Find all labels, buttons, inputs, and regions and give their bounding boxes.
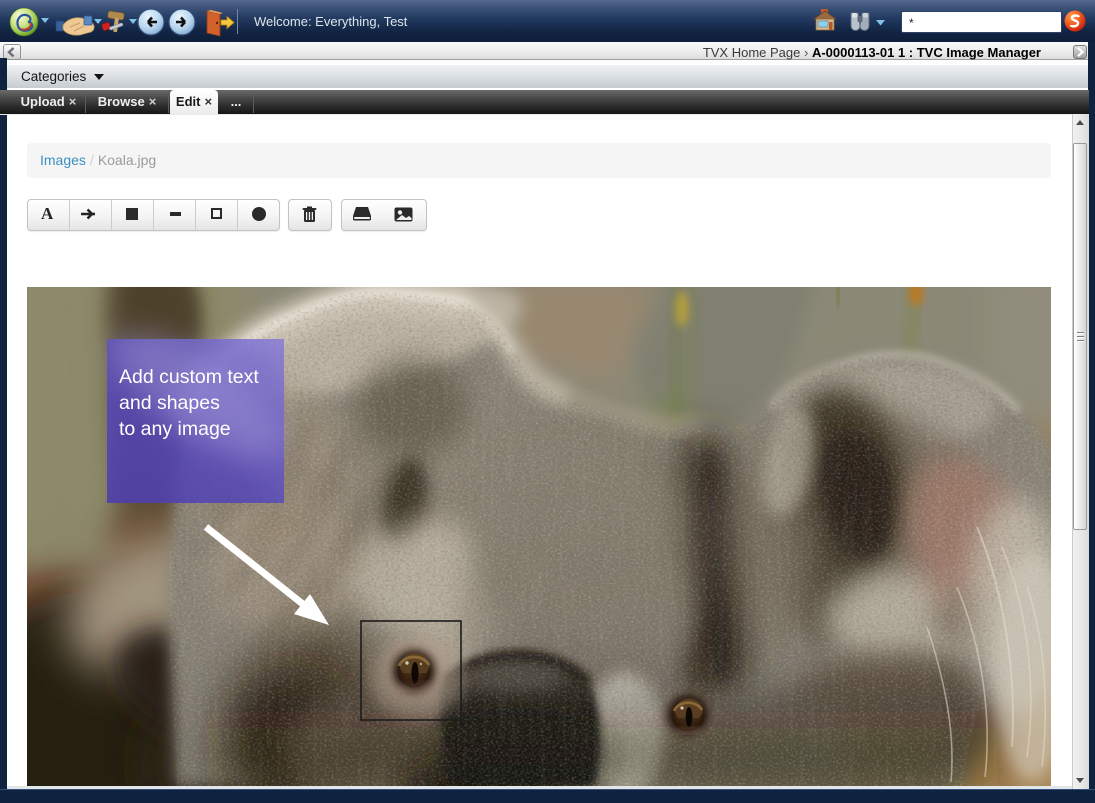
svg-text:Add custom text: Add custom text	[119, 366, 259, 388]
svg-text:and shapes: and shapes	[119, 392, 220, 414]
svg-text:to any image: to any image	[119, 418, 231, 440]
